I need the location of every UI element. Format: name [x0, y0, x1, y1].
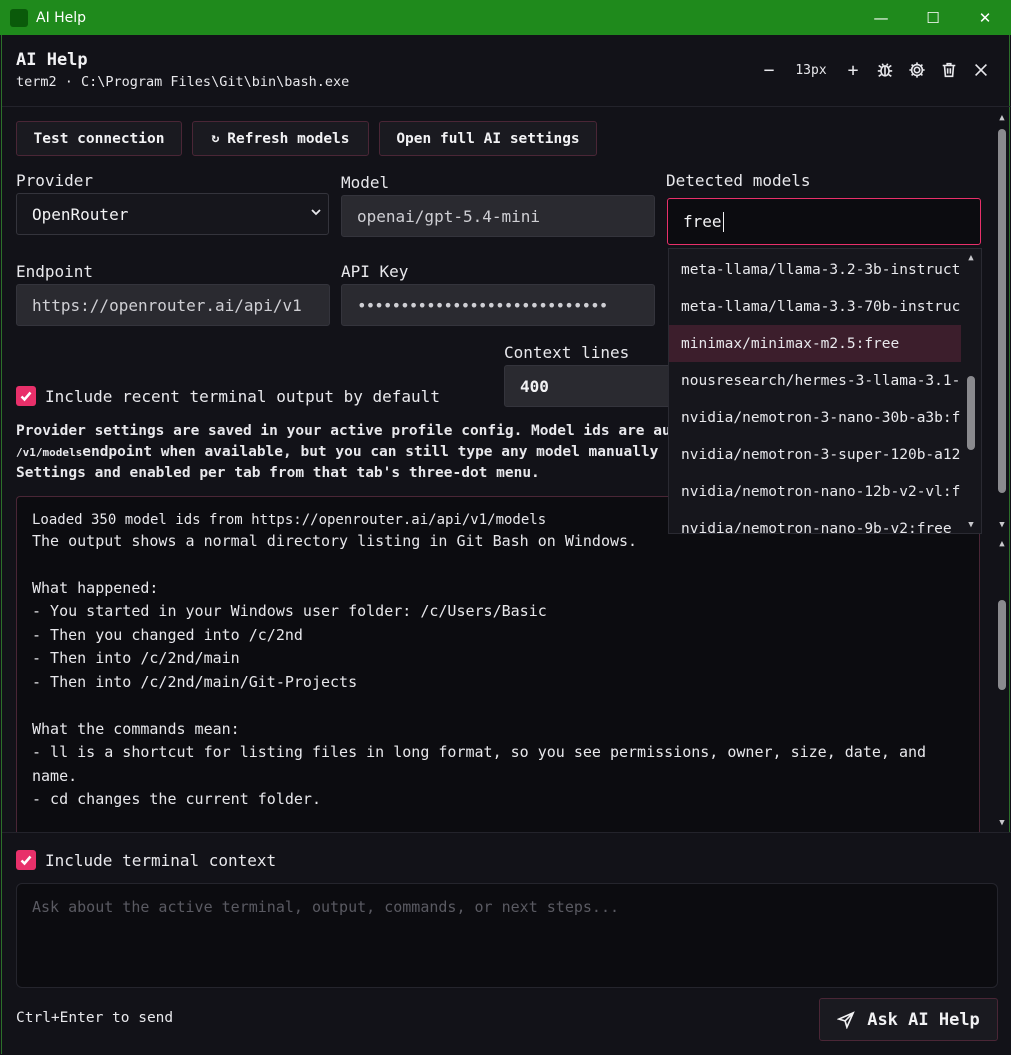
minimize-button[interactable]: — — [855, 0, 907, 35]
text-cursor — [722, 211, 724, 232]
scroll-down-icon[interactable]: ▼ — [997, 818, 1007, 828]
include-output-label: Include recent terminal output by defaul… — [45, 387, 440, 406]
decrease-font-button[interactable]: − — [753, 57, 785, 83]
endpoint-input[interactable]: https://openrouter.ai/api/v1 — [16, 284, 330, 326]
model-label: Model — [341, 173, 390, 192]
close-window-button[interactable]: ✕ — [959, 0, 1011, 35]
panel-header: AI Help term2 · C:\Program Files\Git\bin… — [2, 35, 1011, 107]
model-option[interactable]: nvidia/nemotron-3-nano-30b-a3b:free — [669, 399, 962, 436]
model-option[interactable]: meta-llama/llama-3.3-70b-instruct:free — [669, 288, 962, 325]
font-size-value: 13px — [795, 62, 827, 78]
model-option[interactable]: nousresearch/hermes-3-llama-3.1-405b:fre… — [669, 362, 962, 399]
ai-response-output: Loaded 350 model ids from https://openro… — [16, 496, 980, 832]
context-lines-label: Context lines — [504, 343, 630, 362]
model-option-selected[interactable]: minimax/minimax-m2.5:free — [669, 325, 962, 362]
scroll-down-icon[interactable]: ▼ — [997, 520, 1007, 530]
scroll-up-icon[interactable]: ▲ — [997, 539, 1007, 549]
trash-icon[interactable] — [933, 57, 965, 83]
refresh-icon: ↻ — [211, 131, 220, 146]
app-icon — [10, 8, 28, 27]
api-key-value: ••••••••••••••••••••••••••••• — [357, 295, 608, 315]
info-line-2-rest: endpoint when available, but you can sti… — [82, 444, 659, 460]
provider-info-text: Provider settings are saved in your acti… — [16, 421, 676, 484]
increase-font-button[interactable]: + — [837, 57, 869, 83]
checkmark-icon — [20, 855, 32, 866]
checkmark-icon — [20, 391, 32, 402]
test-connection-label: Test connection — [33, 130, 165, 147]
output-line: - Then into /c/2nd/main/Git-Projects — [32, 673, 358, 691]
prompt-input[interactable]: Ask about the active terminal, output, c… — [16, 883, 998, 988]
info-line-3: Settings and enabled per tab from that t… — [16, 465, 540, 481]
include-context-checkbox[interactable] — [16, 850, 36, 870]
output-scroll-thumb[interactable] — [998, 600, 1006, 690]
output-line: Loaded 350 model ids from https://openro… — [32, 512, 547, 528]
prompt-placeholder: Ask about the active terminal, output, c… — [32, 898, 619, 916]
output-line: name. — [32, 767, 78, 785]
detected-models-dropdown[interactable]: meta-llama/llama-3.2-3b-instruct:free me… — [668, 248, 982, 534]
header-tools: − 13px + — [753, 57, 997, 83]
dropdown-scroll-thumb[interactable] — [967, 376, 975, 450]
output-line: - Then into /c/2nd/main — [32, 649, 240, 667]
ai-help-panel: AI Help term2 · C:\Program Files\Git\bin… — [1, 35, 1011, 1054]
include-context-label: Include terminal context — [45, 851, 277, 870]
model-value: openai/gpt-5.4-mini — [357, 206, 541, 226]
model-input[interactable]: openai/gpt-5.4-mini — [341, 195, 655, 237]
output-line: - You started in your Windows user folde… — [32, 602, 547, 620]
ask-ai-help-label: Ask AI Help — [867, 1009, 980, 1030]
info-code: /v1/models — [16, 446, 83, 459]
api-key-input[interactable]: ••••••••••••••••••••••••••••• — [341, 284, 655, 326]
scroll-up-icon[interactable]: ▲ — [966, 253, 976, 263]
page-title: AI Help — [16, 50, 88, 70]
refresh-models-label: Refresh models — [227, 130, 350, 147]
endpoint-label: Endpoint — [16, 262, 94, 281]
open-ai-settings-label: Open full AI settings — [396, 130, 580, 147]
open-ai-settings-button[interactable]: Open full AI settings — [379, 121, 597, 156]
detected-models-label: Detected models — [666, 171, 811, 190]
close-icon[interactable] — [965, 57, 997, 83]
context-lines-input[interactable]: 400 — [504, 365, 684, 407]
detected-filter-value: free — [683, 212, 722, 231]
ask-ai-help-button[interactable]: Ask AI Help — [819, 998, 998, 1041]
detected-models-filter-input[interactable]: free — [667, 198, 981, 245]
scroll-up-icon[interactable]: ▲ — [997, 113, 1007, 123]
bug-icon[interactable] — [869, 57, 901, 83]
output-line: - Then you changed into /c/2nd — [32, 626, 303, 644]
window-title: AI Help — [36, 9, 87, 26]
chevron-down-icon — [311, 209, 321, 216]
endpoint-value: https://openrouter.ai/api/v1 — [32, 295, 302, 315]
settings-scroll-thumb[interactable] — [998, 129, 1006, 493]
scroll-down-icon[interactable]: ▼ — [966, 520, 976, 530]
provider-value: OpenRouter — [32, 204, 129, 224]
info-line-1: Provider settings are saved in your acti… — [16, 423, 671, 439]
test-connection-button[interactable]: Test connection — [16, 121, 182, 156]
settings-scrollbar[interactable]: ▲ ▼ — [995, 109, 1009, 533]
send-icon — [837, 1010, 855, 1029]
prompt-footer: Include terminal context Ask about the a… — [2, 832, 1011, 1054]
send-shortcut-hint: Ctrl+Enter to send — [16, 1010, 174, 1026]
model-option[interactable]: nvidia/nemotron-nano-9b-v2:free — [669, 510, 962, 534]
output-line: The output shows a normal directory list… — [32, 532, 638, 550]
window-titlebar[interactable]: AI Help — ☐ ✕ — [0, 0, 1011, 35]
output-line: - ll is a shortcut for listing files in … — [32, 743, 927, 761]
output-line: - cd changes the current folder. — [32, 790, 321, 808]
window-controls: — ☐ ✕ — [855, 0, 1011, 35]
context-lines-value: 400 — [520, 376, 549, 396]
output-scrollbar[interactable]: ▲ ▼ — [995, 535, 1009, 831]
include-output-checkbox[interactable] — [16, 386, 36, 406]
gear-icon[interactable] — [901, 57, 933, 83]
maximize-button[interactable]: ☐ — [907, 0, 959, 35]
model-option[interactable]: nvidia/nemotron-3-super-120b-a12b:free — [669, 436, 962, 473]
model-option[interactable]: nvidia/nemotron-nano-12b-v2-vl:free — [669, 473, 962, 510]
output-line: What the commands mean: — [32, 720, 240, 738]
terminal-subtitle: term2 · C:\Program Files\Git\bin\bash.ex… — [16, 74, 350, 90]
model-option[interactable]: meta-llama/llama-3.2-3b-instruct:free — [669, 251, 962, 288]
api-key-label: API Key — [341, 262, 409, 281]
dropdown-scrollbar[interactable]: ▲ ▼ — [961, 249, 981, 533]
output-line: What happened: — [32, 579, 159, 597]
provider-select[interactable]: OpenRouter — [16, 193, 329, 235]
refresh-models-button[interactable]: ↻ Refresh models — [192, 121, 369, 156]
provider-label: Provider — [16, 171, 94, 190]
info-line-2: /v1/modelsendpoint when available, but y… — [16, 442, 676, 463]
